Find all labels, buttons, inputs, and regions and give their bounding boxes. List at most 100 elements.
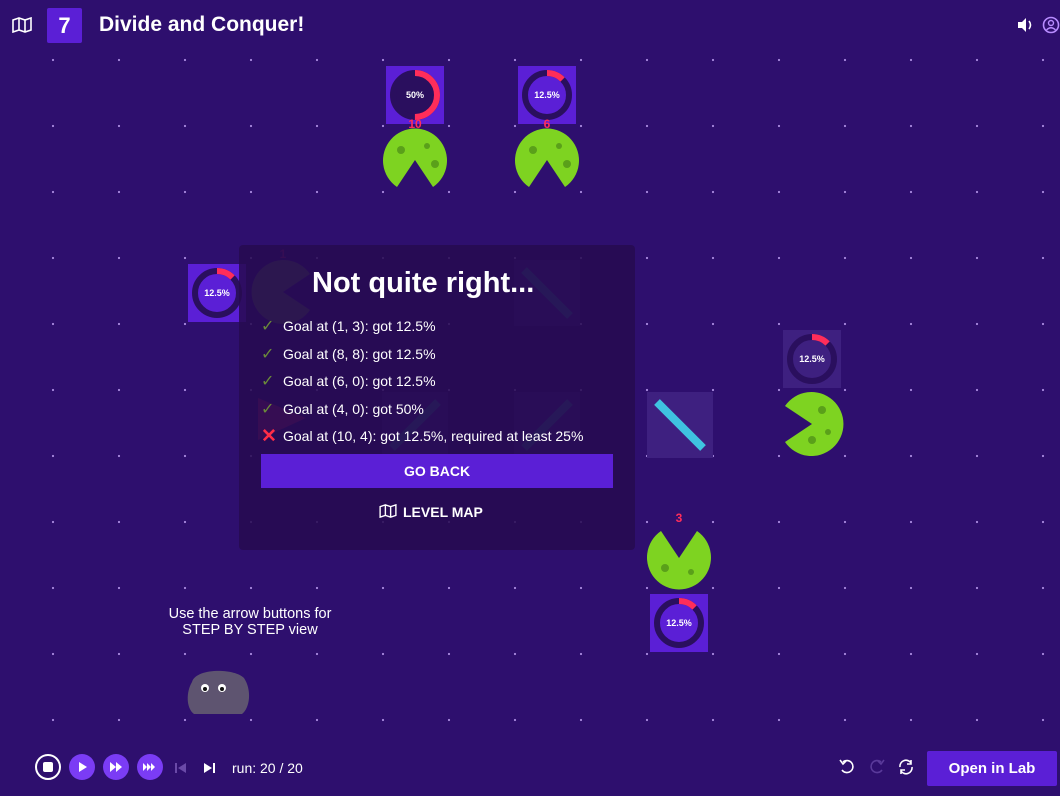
goal-detector-2: 12.5% [518,66,576,124]
grid-dot [183,652,187,656]
grid-dot [51,718,55,722]
grid-dot [975,190,979,194]
grid-dot [645,322,649,326]
grid-dot [183,124,187,128]
run-counter: run: 20 / 20 [232,760,303,776]
grid-dot [909,520,913,524]
level-map-label: LEVEL MAP [403,504,483,520]
rock-character [187,670,250,714]
grid-dot [909,454,913,458]
grid-dot [843,718,847,722]
level-number: 7 [47,8,82,43]
user-icon[interactable] [1042,16,1060,39]
skip-back-button[interactable] [174,761,188,779]
grid-dot [579,652,583,656]
goal-detector-5: 12.5% [650,594,708,652]
undo-button[interactable] [838,758,856,781]
grid-dot [513,124,517,128]
grid-dot [645,190,649,194]
goal-result-row: ✕ Goal at (10, 4): got 12.5%, required at… [261,425,584,447]
fast-forward-button[interactable] [103,754,129,780]
grid-dot [711,322,715,326]
grid-dot [315,58,319,62]
dialog-title: Not quite right... [312,267,535,299]
grid-dot [249,652,253,656]
grid-dot [447,652,451,656]
cross-icon: ✕ [261,425,277,447]
grid-dot [1041,322,1045,326]
grid-dot [1041,388,1045,392]
grid-dot [183,388,187,392]
grid-dot [183,58,187,62]
grid-dot [645,652,649,656]
grid-dot [249,124,253,128]
grid-dot [183,454,187,458]
grid-dot [381,718,385,722]
grid-dot [117,388,121,392]
grid-dot [975,388,979,392]
grid-dot [711,520,715,524]
creature-counter: 3 [676,511,683,525]
grid-dot [777,190,781,194]
goal-detector-4: 12.5% [783,330,841,388]
grid-dot [909,652,913,656]
grid-dot [315,718,319,722]
grid-dot [183,322,187,326]
grid-dot [381,58,385,62]
grid-dot [975,586,979,590]
grid-dot [843,652,847,656]
creature-5: 3 [647,511,711,590]
grid-dot [117,256,121,260]
fast-forward-icon [110,762,122,772]
skip-back-icon [175,763,186,773]
redo-button[interactable] [868,758,886,781]
grid-dot [909,58,913,62]
grid-dot [1041,652,1045,656]
goal-label: 12.5% [666,618,692,628]
grid-dot [1041,520,1045,524]
reset-button[interactable] [897,758,915,781]
stop-icon [43,762,53,772]
creature-2: 6 [515,117,579,187]
grid-dot [909,124,913,128]
grid-dot [1041,718,1045,722]
grid-dot [579,58,583,62]
play-button[interactable] [69,754,95,780]
stop-button[interactable] [35,754,61,780]
check-icon: ✓ [261,346,275,363]
grid-dot [909,256,913,260]
grid-dot [447,718,451,722]
level-map-button[interactable]: LEVEL MAP [379,501,483,523]
mirror-tile-4 [647,392,713,458]
grid-dot [711,388,715,392]
goal-detector-3: 12.5% [188,264,246,322]
grid-dot [777,652,781,656]
grid-dot [777,256,781,260]
grid-dot [447,586,451,590]
grid-dot [711,124,715,128]
redo-icon [870,759,885,774]
map-icon[interactable] [12,16,32,38]
go-back-button[interactable]: GO BACK [261,454,613,488]
grid-dot [1041,256,1045,260]
grid-dot [975,520,979,524]
skip-forward-button[interactable] [202,761,216,779]
grid-dot [315,586,319,590]
grid-dot [513,190,517,194]
goal-label: 50% [406,90,424,100]
grid-dot [183,190,187,194]
sound-icon[interactable] [1016,17,1034,38]
grid-dot [51,454,55,458]
grid-dot [513,586,517,590]
grid-dot [579,190,583,194]
grid-dot [975,718,979,722]
grid-dot [843,190,847,194]
grid-dot [975,256,979,260]
open-in-lab-button[interactable]: Open in Lab [927,751,1057,786]
grid-dot [51,124,55,128]
check-icon: ✓ [261,318,275,335]
grid-dot [645,124,649,128]
fastest-button[interactable] [137,754,163,780]
grid-dot [117,586,121,590]
grid-dot [51,190,55,194]
